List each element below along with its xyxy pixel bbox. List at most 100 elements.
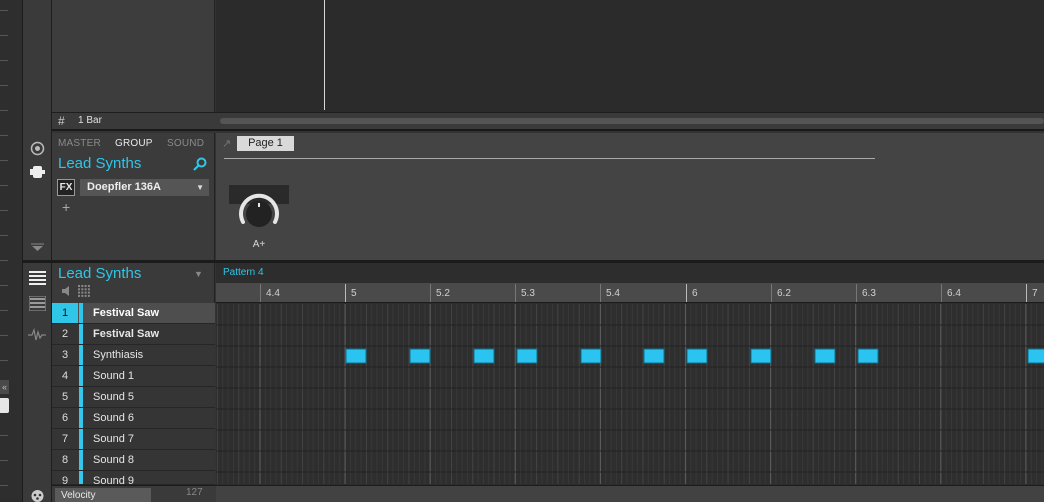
note-block[interactable]: [750, 348, 772, 364]
sound-number: 6: [61, 412, 69, 424]
sound-row[interactable]: 9 Sound 9: [52, 471, 215, 485]
expand-arrow-icon[interactable]: ↗: [222, 137, 231, 150]
sound-color-bar: [79, 345, 83, 365]
keyboard-icon[interactable]: [29, 296, 46, 311]
sound-name: Festival Saw: [93, 328, 160, 340]
sound-number: 1: [52, 303, 78, 323]
page-tab[interactable]: Page 1: [237, 136, 294, 151]
sound-row[interactable]: 8 Sound 8: [52, 450, 215, 471]
sound-number: 5: [61, 391, 69, 403]
ruler-tick: [430, 284, 431, 302]
sound-name: Festival Saw: [93, 307, 160, 319]
mute-icon[interactable]: [61, 285, 73, 297]
list-icon[interactable]: [29, 271, 46, 286]
fx-badge[interactable]: FX: [57, 179, 75, 196]
ruler-tick: [941, 284, 942, 302]
sound-row[interactable]: 4 Sound 1: [52, 366, 215, 387]
sound-row[interactable]: 6 Sound 6: [52, 408, 215, 429]
note-block[interactable]: [1027, 348, 1044, 364]
sound-row[interactable]: 3 Synthiasis: [52, 345, 215, 366]
sound-row[interactable]: 1 Festival Saw: [52, 303, 215, 324]
sound-color-bar: [79, 408, 83, 428]
edge-tick: [0, 260, 8, 261]
playhead-line: [324, 0, 325, 110]
chevron-down-icon[interactable]: ▼: [194, 269, 203, 279]
add-plugin-button[interactable]: +: [62, 199, 70, 215]
note-block[interactable]: [345, 348, 367, 364]
edge-tick: [0, 360, 8, 361]
edge-tick: [0, 435, 8, 436]
sound-color-bar: [79, 450, 83, 470]
ruler-tick: [345, 284, 346, 302]
plugin-selector[interactable]: Doepfler 136A ▼: [80, 179, 209, 196]
velocity-max-value: 127: [186, 487, 203, 498]
grid-icon[interactable]: #: [58, 114, 65, 128]
edge-collapse-icon[interactable]: «: [0, 380, 9, 394]
note-block[interactable]: [580, 348, 602, 364]
chevron-down-icon: ▼: [196, 183, 204, 192]
plugin-icon[interactable]: [30, 165, 45, 179]
parameter-knob[interactable]: [234, 192, 284, 232]
ruler-label: 6: [692, 288, 698, 299]
collapse-down-icon[interactable]: [31, 243, 44, 252]
tab-sound[interactable]: SOUND: [167, 138, 204, 149]
note-block[interactable]: [686, 348, 708, 364]
ruler-tick: [771, 284, 772, 302]
sound-number: 8: [61, 454, 69, 466]
velocity-editor-area[interactable]: [216, 486, 1044, 502]
tab-group[interactable]: GROUP: [115, 138, 153, 149]
sound-name: Sound 7: [93, 433, 134, 445]
arranger-header-panel: [52, 0, 215, 112]
ruler-tick: [600, 284, 601, 302]
sound-number: 7: [61, 433, 69, 445]
sound-number: 9: [61, 475, 69, 485]
edge-tick: [0, 285, 8, 286]
sound-color-bar: [79, 429, 83, 449]
step-grid-icon[interactable]: [78, 285, 90, 297]
note-block[interactable]: [516, 348, 538, 364]
pattern-group-name[interactable]: Lead Synths: [58, 265, 141, 282]
edge-tick: [0, 60, 8, 61]
ruler-label: 6.4: [947, 288, 961, 299]
ruler-label: 7: [1032, 288, 1038, 299]
tab-master[interactable]: MASTER: [58, 138, 101, 149]
sound-row[interactable]: 7 Sound 7: [52, 429, 215, 450]
sound-color-bar: [79, 387, 83, 407]
edge-tab-handle[interactable]: [0, 398, 9, 413]
pattern-name[interactable]: Pattern 4: [223, 267, 264, 278]
sound-number: 4: [61, 370, 69, 382]
page-divider: [224, 158, 875, 159]
sound-color-bar: [79, 303, 83, 323]
edge-tick: [0, 85, 8, 86]
macro-icon[interactable]: [30, 141, 45, 156]
drum-icon[interactable]: [30, 489, 45, 502]
arranger-timeline[interactable]: [216, 0, 1044, 112]
note-block[interactable]: [857, 348, 879, 364]
ruler-tick: [515, 284, 516, 302]
note-block[interactable]: [643, 348, 665, 364]
note-block[interactable]: [473, 348, 495, 364]
velocity-selector[interactable]: Velocity: [55, 488, 151, 502]
timeline-ruler[interactable]: [216, 283, 1044, 303]
edge-tick: [0, 485, 8, 486]
horizontal-scrollbar[interactable]: [220, 118, 1044, 124]
search-icon[interactable]: [193, 157, 207, 171]
ruler-tick: [260, 284, 261, 302]
plugin-parameter-area: [216, 133, 1044, 260]
ruler-label: 5: [351, 288, 357, 299]
ruler-label: 6.2: [777, 288, 791, 299]
bar-size-label[interactable]: 1 Bar: [78, 115, 102, 126]
sound-number: 3: [61, 349, 69, 361]
note-block[interactable]: [409, 348, 431, 364]
sound-number: 2: [61, 328, 69, 340]
waveform-icon[interactable]: [28, 328, 46, 342]
note-block[interactable]: [814, 348, 836, 364]
sound-row[interactable]: 5 Sound 5: [52, 387, 215, 408]
edge-tick: [0, 235, 8, 236]
sound-row[interactable]: 2 Festival Saw: [52, 324, 215, 345]
plugin-list-panel: [52, 133, 215, 260]
edge-tick: [0, 210, 8, 211]
sound-name: Sound 6: [93, 412, 134, 424]
note-grid[interactable]: [216, 304, 1044, 484]
ruler-label: 5.4: [606, 288, 620, 299]
